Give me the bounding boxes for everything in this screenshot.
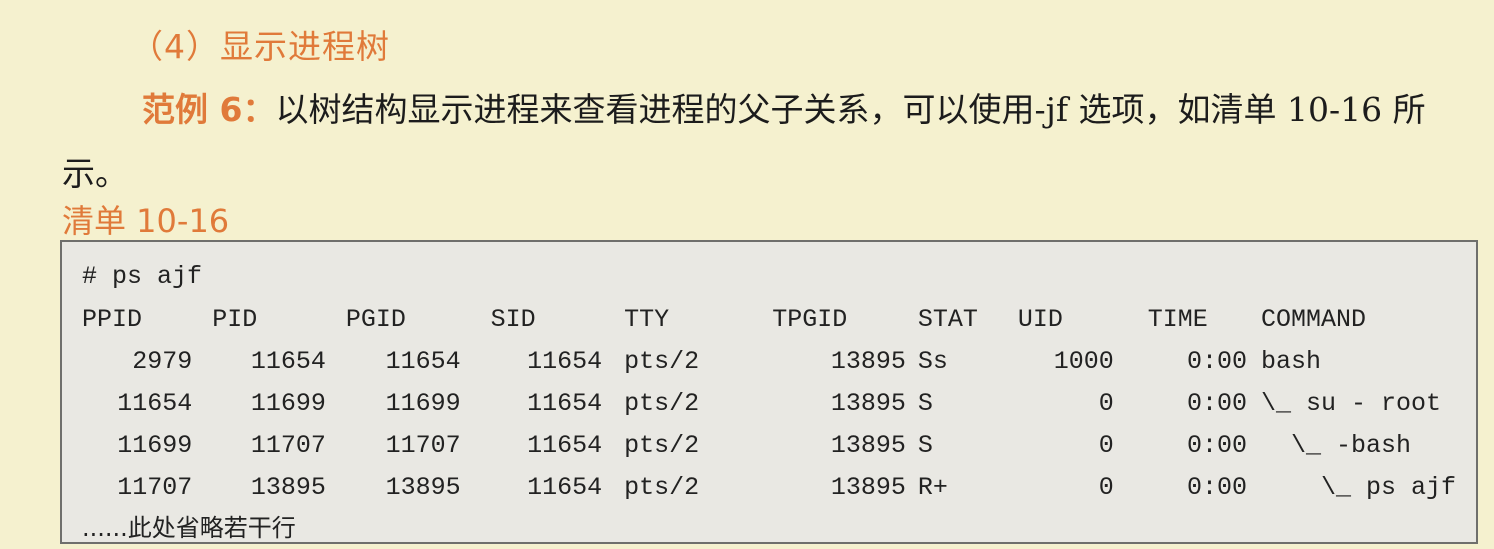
cell-command: bash xyxy=(1260,346,1321,376)
cell-tty: pts/2 xyxy=(624,388,700,418)
cell-command: \_ ps ajf xyxy=(1260,472,1456,502)
code-listing-box: # ps ajf PPID PID PGID SID TTY TPGID STA… xyxy=(60,240,1478,544)
cell-ppid: 11707 xyxy=(117,472,193,502)
column-header-time: TIME xyxy=(1147,304,1208,334)
table-row: 11654 11699 11699 11654 pts/2 13895 S 0 0:00 \_ s… xyxy=(82,382,1456,424)
cell-stat: R+ xyxy=(917,472,948,502)
cell-ppid: 11699 xyxy=(117,430,193,460)
cell-pid: 11707 xyxy=(250,430,326,460)
omitted-lines-note: ......此处省略若干行 xyxy=(82,514,296,542)
cell-pgid: 11707 xyxy=(385,430,461,460)
cell-tpgid: 13895 xyxy=(830,346,906,376)
column-header-ppid: PPID xyxy=(82,304,143,334)
cell-tty: pts/2 xyxy=(624,346,700,376)
cell-tty: pts/2 xyxy=(624,472,700,502)
cell-ppid: 11654 xyxy=(117,388,193,418)
cell-time: 0:00 xyxy=(1186,472,1247,502)
column-header-tty: TTY xyxy=(624,304,670,334)
cell-sid: 11654 xyxy=(527,430,603,460)
cell-sid: 11654 xyxy=(527,388,603,418)
cell-tty: pts/2 xyxy=(624,430,700,460)
table-header-row: PPID PID PGID SID TTY TPGID STAT UID TIM… xyxy=(82,298,1456,340)
cell-uid: 1000 xyxy=(1053,346,1114,376)
cell-tpgid: 13895 xyxy=(830,430,906,460)
cell-pid: 11654 xyxy=(250,346,326,376)
cell-command: \_ su - root xyxy=(1260,388,1441,418)
column-header-tpgid: TPGID xyxy=(772,304,848,334)
cell-uid: 0 xyxy=(1098,388,1114,418)
section-heading: （4）显示进程树 xyxy=(130,27,390,66)
cell-stat: S xyxy=(917,430,933,460)
example-paragraph: 范例 6：以树结构显示进程来查看进程的父子关系，可以使用-jf 选项，如清单 1… xyxy=(62,78,1482,206)
cell-tpgid: 13895 xyxy=(830,472,906,502)
code-lines: # ps ajf PPID PID PGID SID TTY TPGID STA… xyxy=(82,256,1456,542)
cell-ppid: 2979 xyxy=(132,346,193,376)
cell-stat: S xyxy=(917,388,933,418)
table-row: 2979 11654 11654 11654 pts/2 13895 Ss 1000 0:00 b… xyxy=(82,340,1456,382)
cell-pid: 13895 xyxy=(250,472,326,502)
cell-time: 0:00 xyxy=(1186,430,1247,460)
listing-title: 清单 10-16 xyxy=(62,202,230,240)
column-header-pgid: PGID xyxy=(345,304,406,334)
cell-command: \_ -bash xyxy=(1260,430,1411,460)
command-line: # ps ajf xyxy=(82,262,203,291)
table-row: 11699 11707 11707 11654 pts/2 13895 S 0 0:00 \_ … xyxy=(82,424,1456,466)
column-header-pid: PID xyxy=(212,304,258,334)
process-table: PPID PID PGID SID TTY TPGID STAT UID TIM… xyxy=(82,298,1456,508)
cell-pgid: 13895 xyxy=(385,472,461,502)
cell-time: 0:00 xyxy=(1186,388,1247,418)
example-label: 范例 6： xyxy=(142,90,276,129)
cell-time: 0:00 xyxy=(1186,346,1247,376)
cell-pid: 11699 xyxy=(250,388,326,418)
cell-pgid: 11654 xyxy=(385,346,461,376)
column-header-sid: SID xyxy=(490,304,536,334)
column-header-stat: STAT xyxy=(917,304,978,334)
table-row: 11707 13895 13895 11654 pts/2 13895 R+ 0 0:00 \_… xyxy=(82,466,1456,508)
cell-sid: 11654 xyxy=(527,472,603,502)
cell-uid: 0 xyxy=(1098,430,1114,460)
cell-uid: 0 xyxy=(1098,472,1114,502)
cell-sid: 11654 xyxy=(527,346,603,376)
column-header-uid: UID xyxy=(1017,304,1063,334)
cell-stat: Ss xyxy=(917,346,948,376)
column-header-command: COMMAND xyxy=(1260,304,1366,334)
cell-pgid: 11699 xyxy=(385,388,461,418)
cell-tpgid: 13895 xyxy=(830,388,906,418)
